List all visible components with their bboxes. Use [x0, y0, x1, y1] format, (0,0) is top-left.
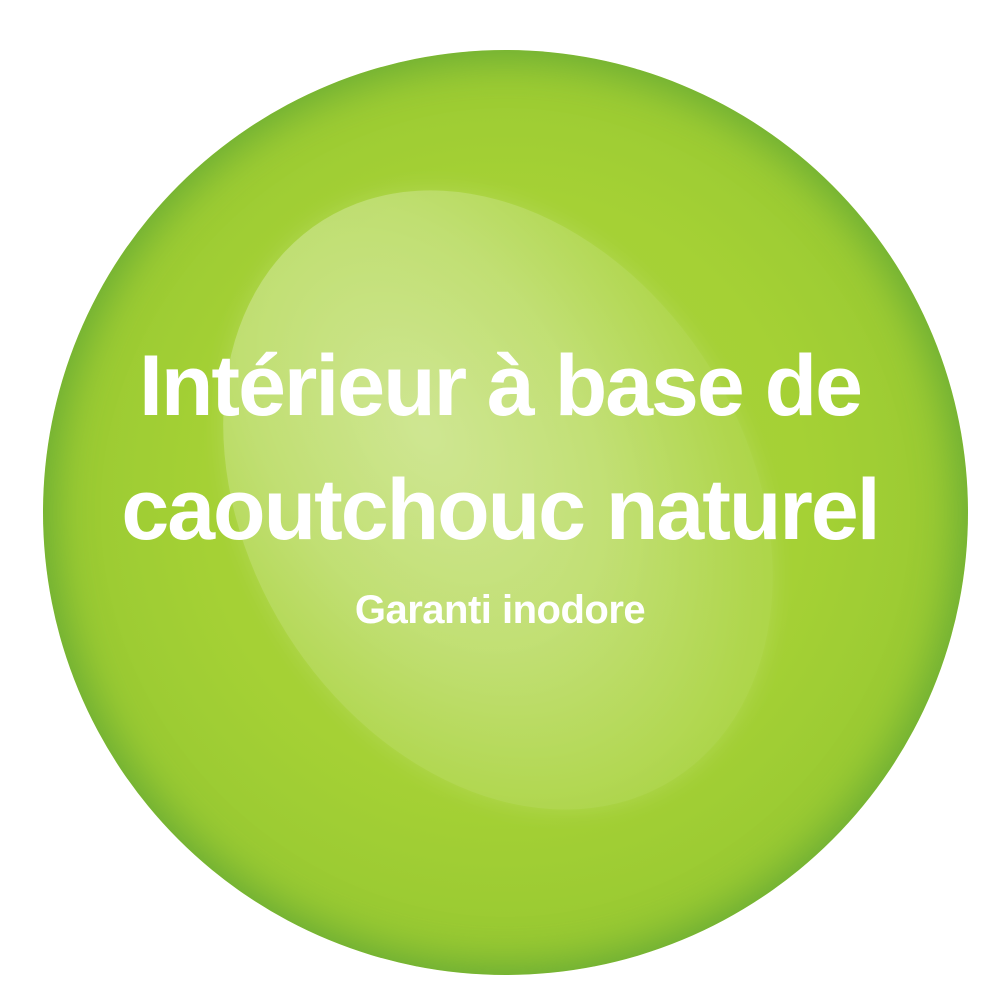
headline-line-1: Intérieur à base de — [139, 338, 863, 434]
subtitle: Garanti inodore — [354, 588, 646, 632]
headline-line-2: caoutchouc naturel — [121, 462, 880, 558]
badge-text: Intérieur à base de caoutchouc naturel G… — [0, 0, 1000, 1000]
badge-stage: Intérieur à base de caoutchouc naturel G… — [0, 0, 1000, 1000]
